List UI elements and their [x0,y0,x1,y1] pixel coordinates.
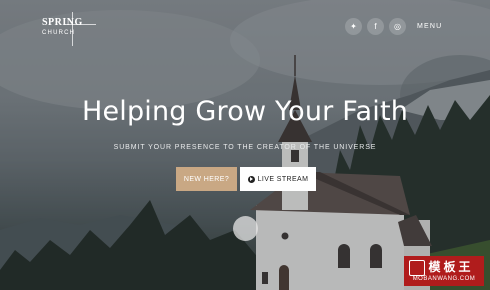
watermark-badge: 模板王 MOBANWANG.COM [404,256,484,286]
play-icon [247,175,255,183]
live-stream-label: LIVE STREAM [257,175,309,183]
logo-cross-vertical [72,12,73,46]
hero-subtitle: SUBMIT YOUR PRESENCE TO THE CREATOR OF T… [113,144,377,151]
slider-indicator[interactable] [233,216,258,241]
facebook-icon[interactable]: f [367,18,384,35]
logo-text-church: CHURCH [42,30,76,36]
hero-title: Helping Grow Your Faith [81,96,409,127]
instagram-icon[interactable]: ◎ [389,18,406,35]
watermark-url: MOBANWANG.COM [412,276,476,282]
logo-cross-horizontal [64,24,96,25]
new-here-label: NEW HERE? [183,175,230,183]
new-here-button[interactable]: NEW HERE? [176,167,237,191]
social-links: ✦ f ◎ [345,18,406,35]
watermark-title: 模板王 [428,260,474,274]
watermark-logo-icon [409,260,425,276]
live-stream-button[interactable]: LIVE STREAM [240,167,316,191]
menu-button[interactable]: MENU [417,23,442,30]
logo-text-spring: SPRING [42,17,83,28]
twitter-icon[interactable]: ✦ [345,18,362,35]
site-logo[interactable]: SPRING CHURCH [42,12,96,46]
